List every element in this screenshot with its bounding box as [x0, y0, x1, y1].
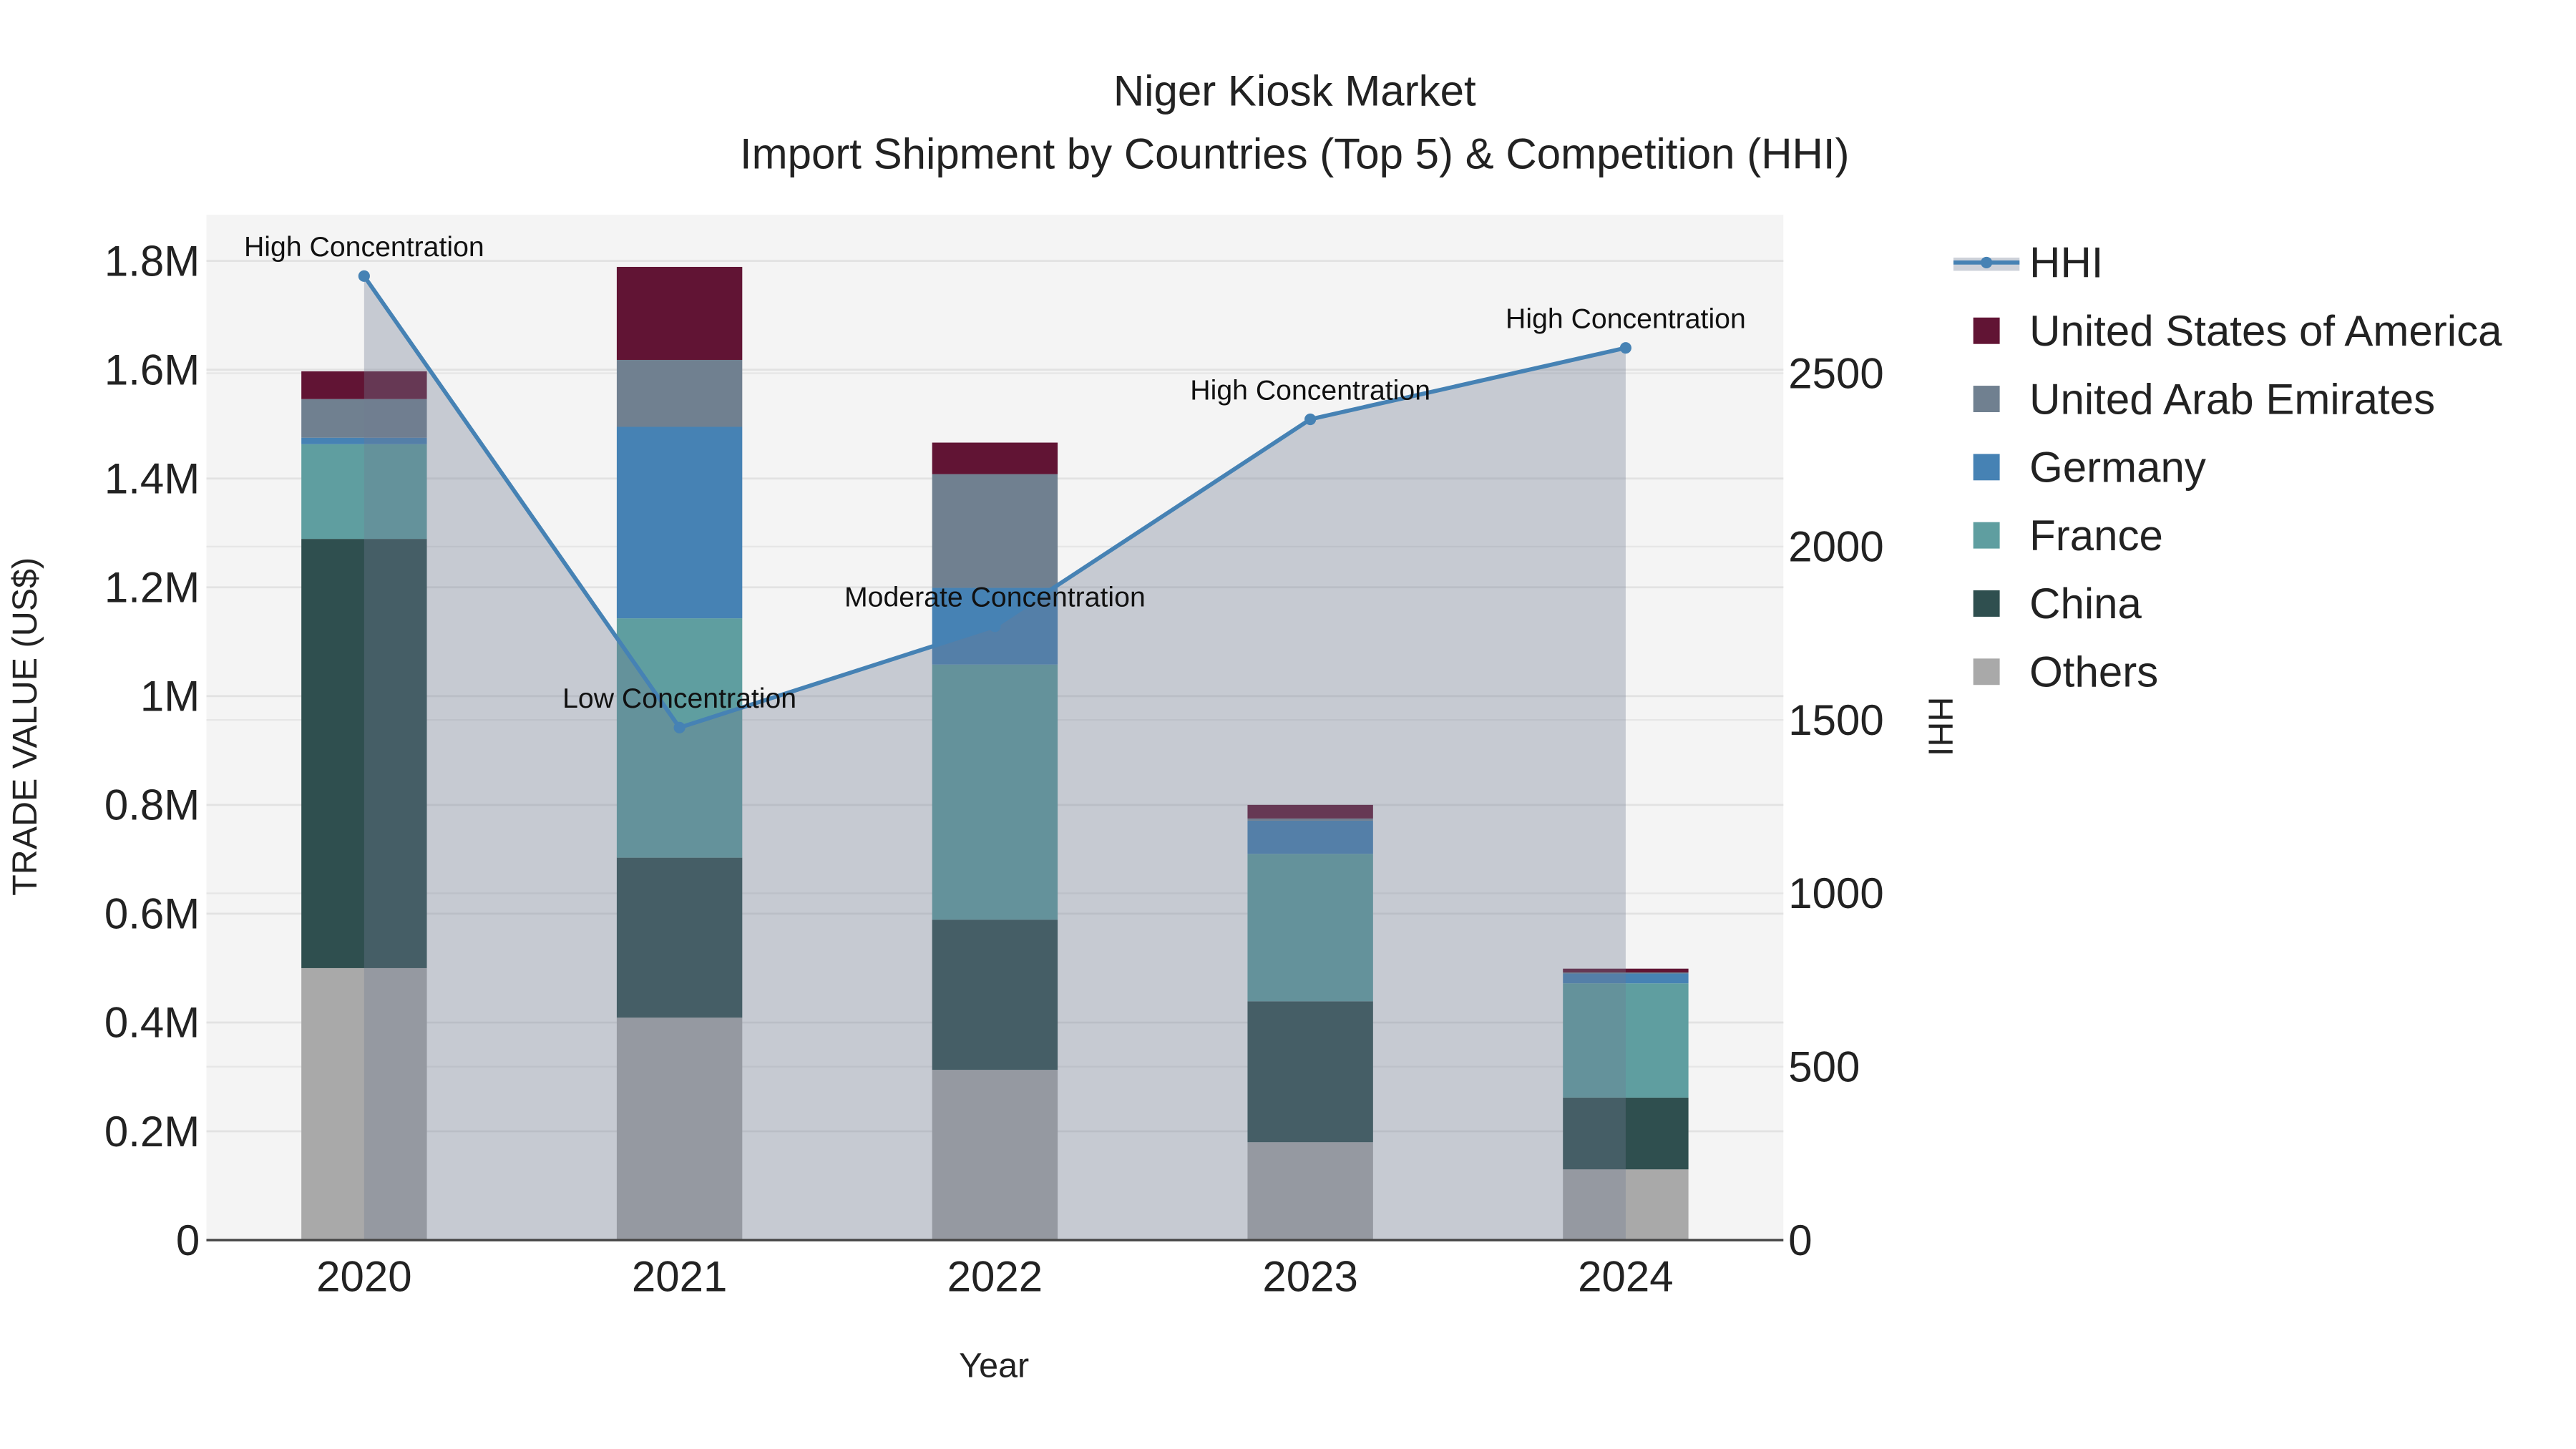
hhi-annotation: Low Concentration — [562, 683, 796, 714]
y-tick-label: 0.8M — [104, 781, 200, 829]
legend-label: France — [2029, 512, 2163, 560]
hhi-point — [1619, 342, 1631, 354]
hhi-annotation: High Concentration — [244, 231, 484, 263]
y-tick-label: 0 — [176, 1216, 200, 1264]
y2-tick-label: 2500 — [1788, 349, 1883, 397]
legend-swatch — [1973, 454, 2000, 481]
legend-swatch — [1973, 590, 2000, 617]
legend-label: United Arab Emirates — [2029, 375, 2435, 423]
legend-swatch — [1973, 317, 2000, 344]
hhi-point — [358, 270, 370, 282]
hhi-point — [673, 721, 686, 733]
x-tick-label: 2020 — [316, 1253, 411, 1301]
legend-label: China — [2029, 580, 2142, 628]
y-tick-label: 1.4M — [104, 454, 200, 502]
y2-tick-label: 1500 — [1788, 696, 1883, 744]
bar-segment-united-states-of-america — [616, 266, 743, 360]
legend-label: HHI — [2029, 239, 2103, 287]
chart: Niger Kiosk Market Import Shipment by Co… — [0, 0, 2576, 1449]
y2-tick-label: 500 — [1788, 1043, 1860, 1091]
legend-label: United States of America — [2029, 307, 2502, 355]
chart-title: Niger Kiosk Market — [1113, 67, 1476, 115]
legend-swatch — [1973, 522, 2000, 549]
hhi-annotation: Moderate Concentration — [844, 582, 1146, 613]
y2-tick-label: 0 — [1788, 1216, 1812, 1264]
y2-axis-title: HHI — [1921, 697, 1959, 756]
y2-tick-label: 2000 — [1788, 523, 1883, 571]
chart-subtitle: Import Shipment by Countries (Top 5) & C… — [740, 130, 1850, 177]
y-tick-label: 0.6M — [104, 890, 200, 938]
hhi-point — [989, 620, 1001, 633]
bar-segment-united-arab-emirates — [616, 359, 743, 427]
bar-segment-germany — [616, 426, 743, 619]
legend-swatch-hhi-marker — [1981, 256, 1993, 268]
y-axis-title: TRADE VALUE (US$) — [6, 557, 44, 896]
y-tick-label: 1M — [140, 673, 200, 721]
x-tick-label: 2022 — [947, 1253, 1043, 1301]
y-tick-label: 0.4M — [104, 999, 200, 1047]
hhi-point — [1304, 413, 1317, 426]
y-tick-label: 1.8M — [104, 237, 200, 285]
legend-swatch — [1973, 658, 2000, 686]
y-tick-label: 0.2M — [104, 1108, 200, 1156]
hhi-annotation: High Concentration — [1506, 303, 1746, 334]
legend-label: Others — [2029, 648, 2158, 696]
legend-item[interactable]: United States of America — [1973, 307, 2502, 355]
legend-item[interactable]: United Arab Emirates — [1973, 375, 2435, 423]
legend-label: Germany — [2029, 444, 2206, 492]
y-tick-label: 1.6M — [104, 346, 200, 394]
x-tick-label: 2023 — [1262, 1253, 1357, 1301]
y2-tick-label: 1000 — [1788, 869, 1883, 917]
hhi-annotation: High Concentration — [1190, 374, 1430, 406]
x-tick-label: 2024 — [1578, 1253, 1673, 1301]
x-tick-label: 2021 — [632, 1253, 727, 1301]
bar-segment-united-arab-emirates — [932, 474, 1058, 588]
bar-segment-united-states-of-america — [932, 442, 1058, 474]
y-tick-label: 1.2M — [104, 564, 200, 612]
x-axis-title: Year — [959, 1347, 1029, 1385]
legend-swatch — [1973, 386, 2000, 412]
